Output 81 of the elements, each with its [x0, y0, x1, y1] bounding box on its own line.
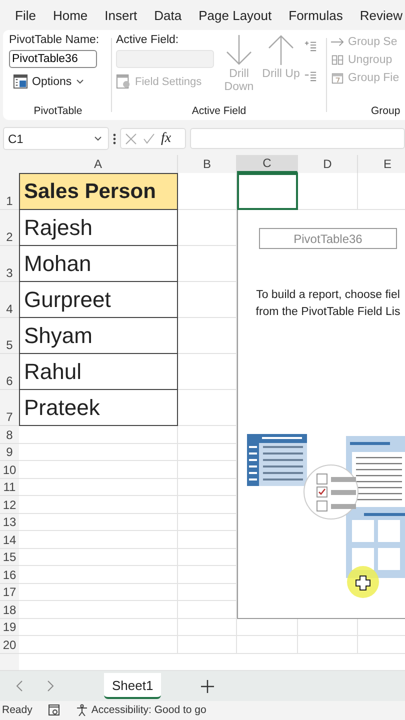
- table-cell: Gurpreet: [19, 282, 178, 318]
- expand-field-icon[interactable]: [304, 40, 317, 52]
- row-header[interactable]: 3: [0, 246, 19, 282]
- empty-cell[interactable]: [178, 618, 237, 636]
- menu-tab[interactable]: Formulas: [288, 8, 343, 22]
- active-field-label: Active Field:: [116, 34, 180, 46]
- status-text: Ready: [2, 704, 32, 716]
- chevron-down-icon: [76, 79, 84, 84]
- collapse-field-icon[interactable]: [304, 70, 317, 82]
- pivottable-name-box: PivotTable36: [259, 228, 397, 249]
- instruction-text: To build a report, choose fiel: [256, 288, 400, 303]
- insert-function-button[interactable]: fx: [161, 130, 172, 146]
- row-header[interactable]: 16: [0, 566, 19, 584]
- menu-tab[interactable]: Review: [360, 8, 402, 22]
- formula-input[interactable]: [190, 128, 405, 149]
- pivottable-name-label: PivotTable Name:: [9, 34, 100, 46]
- row-header[interactable]: 7: [0, 390, 19, 426]
- previous-sheet-icon[interactable]: [16, 680, 24, 692]
- empty-cell[interactable]: [237, 636, 298, 654]
- menu-tab[interactable]: Page Layout: [198, 8, 272, 22]
- row-header[interactable]: 2: [0, 210, 19, 246]
- cursor-icon: [347, 566, 379, 598]
- selected-cell[interactable]: [237, 173, 298, 210]
- sheet-tab[interactable]: Sheet1: [104, 673, 162, 699]
- add-sheet-icon[interactable]: [201, 680, 214, 692]
- arrow-right-icon: [331, 36, 344, 48]
- group-label: Group: [370, 105, 400, 119]
- calendar-icon: [331, 72, 344, 84]
- table-cell: Rajesh: [19, 210, 178, 246]
- column-header[interactable]: C: [237, 155, 298, 173]
- row-header[interactable]: 14: [0, 531, 19, 548]
- row-header[interactable]: 5: [0, 318, 19, 354]
- table-cell: Prateek: [19, 390, 178, 426]
- group-label: PivotTable: [32, 105, 84, 119]
- row-header[interactable]: 6: [0, 354, 19, 390]
- menu-tab[interactable]: Home: [52, 8, 88, 22]
- row-header[interactable]: 13: [0, 514, 19, 531]
- menu-tab[interactable]: Insert: [104, 8, 138, 22]
- row-header[interactable]: 15: [0, 548, 19, 566]
- column-header[interactable]: E: [358, 155, 405, 173]
- row-header[interactable]: 11: [0, 478, 19, 496]
- row-header[interactable]: 9: [0, 444, 19, 461]
- menu-tab[interactable]: Data: [154, 8, 182, 22]
- row-header[interactable]: 12: [0, 496, 19, 514]
- row-header[interactable]: 20: [0, 636, 19, 654]
- options-button[interactable]: Options: [9, 72, 107, 91]
- row-header[interactable]: 8: [0, 426, 19, 444]
- arrow-down-icon: [224, 34, 254, 66]
- ungroup-icon: [331, 54, 344, 66]
- cancel-icon[interactable]: [125, 132, 137, 144]
- macro-record-icon[interactable]: [48, 704, 60, 716]
- table-cell: Shyam: [19, 318, 178, 354]
- pivottable-name-field[interactable]: PivotTable36: [9, 50, 97, 68]
- empty-cell[interactable]: [298, 636, 358, 654]
- arrow-up-icon: [266, 34, 296, 66]
- table-cell: Sales Person: [19, 173, 178, 210]
- menu-tab[interactable]: File: [15, 8, 36, 22]
- field-settings-icon: [116, 74, 131, 89]
- row-header[interactable]: 10: [0, 461, 19, 478]
- accessibility-status[interactable]: Accessibility: Good to go: [91, 704, 206, 716]
- accessibility-icon[interactable]: [76, 704, 88, 716]
- column-header[interactable]: D: [298, 155, 358, 173]
- enter-icon[interactable]: [143, 132, 155, 144]
- name-box[interactable]: C1: [3, 127, 109, 150]
- row-header[interactable]: 19: [0, 618, 19, 636]
- table-options-icon: [13, 74, 28, 89]
- row-header[interactable]: [0, 654, 19, 671]
- more-icon[interactable]: [113, 132, 116, 144]
- chevron-down-icon: [94, 136, 102, 141]
- column-header[interactable]: B: [178, 155, 237, 173]
- row-header[interactable]: 1: [0, 173, 19, 210]
- column-header[interactable]: A: [19, 155, 178, 173]
- row-header[interactable]: 18: [0, 601, 19, 618]
- group-label: Active Field: [190, 105, 248, 119]
- table-cell: Mohan: [19, 246, 178, 282]
- instruction-text: from the PivotTable Field Lis: [256, 305, 400, 320]
- next-sheet-icon[interactable]: [46, 680, 54, 692]
- row-header[interactable]: 17: [0, 584, 19, 601]
- empty-cell[interactable]: [178, 636, 237, 654]
- row-header[interactable]: 4: [0, 282, 19, 318]
- table-cell: Rahul: [19, 354, 178, 390]
